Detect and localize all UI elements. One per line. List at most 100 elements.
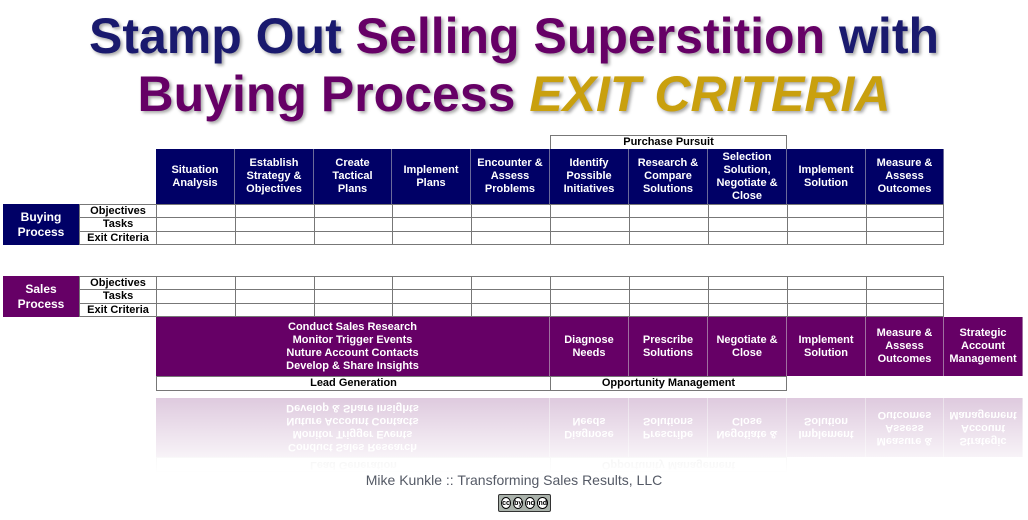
footer-credit: Mike Kunkle :: Transforming Sales Result… [365,472,663,488]
grid-cell[interactable] [866,231,944,245]
grid-cell[interactable] [866,217,944,231]
buying-stage-cell: Identify Possible Initiatives [550,149,629,204]
title-line-2: Buying Process EXIT CRITERIA [0,66,1028,122]
grid-cell[interactable] [550,276,629,289]
grid-cell[interactable] [235,217,314,231]
grid-cell[interactable] [550,303,629,317]
grid-cell[interactable] [471,289,550,303]
grid-cell[interactable] [708,231,787,245]
buying-stage-cell: Measure & Assess Outcomes [866,149,944,204]
grid-cell[interactable] [708,204,787,217]
grid-cell[interactable] [392,204,471,217]
grid-cell[interactable] [866,276,944,289]
title-part: with [839,8,940,64]
grid-cell[interactable] [471,204,550,217]
grid-cell[interactable] [629,303,708,317]
grid-cell[interactable] [708,289,787,303]
grid-cell[interactable] [314,289,392,303]
grid-cell[interactable] [629,204,708,217]
sales-stage-cell: Diagnose Needs [550,317,629,376]
grid-cell[interactable] [471,231,550,245]
grid-cell[interactable] [156,303,235,317]
grid-cell[interactable] [392,289,471,303]
grid-cell[interactable] [787,217,866,231]
grid-cell[interactable] [235,231,314,245]
grid-cell[interactable] [708,276,787,289]
grid-cell[interactable] [392,217,471,231]
grid-cell[interactable] [235,204,314,217]
grid-cell[interactable] [235,276,314,289]
reflection-fade [150,392,1028,474]
row-label-tasks: Tasks [79,217,157,231]
grid-cell[interactable] [392,276,471,289]
lead-activity-item: Monitor Trigger Events [292,333,413,346]
grid-cell[interactable] [550,204,629,217]
grid-cell[interactable] [866,289,944,303]
row-label-objectives: Objectives [79,276,157,289]
lead-activities-cell: Conduct Sales Research Monitor Trigger Ev… [156,317,550,376]
sales-stage-cell: Measure & Assess Outcomes [866,317,944,376]
grid-cell[interactable] [708,303,787,317]
grid-cell[interactable] [787,231,866,245]
buying-stage-cell: Implement Plans [392,149,471,204]
sales-process-label: Sales Process [3,276,79,317]
grid-cell[interactable] [235,289,314,303]
nd-mark: nd [537,497,548,509]
grid-cell[interactable] [156,231,235,245]
grid-cell[interactable] [314,217,392,231]
grid-cell[interactable] [314,231,392,245]
grid-cell[interactable] [392,303,471,317]
sales-stage-cell: Prescribe Solutions [629,317,708,376]
cc-mark: cc [501,497,512,509]
buying-stage-cell: Implement Solution [787,149,866,204]
opportunity-management-label: Opportunity Management [550,376,787,391]
sales-stage-cell: Implement Solution [787,317,866,376]
grid-cell[interactable] [629,276,708,289]
grid-cell[interactable] [471,303,550,317]
buying-stage-cell: Establish Strategy & Objectives [235,149,314,204]
buying-stage-cell: Research & Compare Solutions [629,149,708,204]
grid-cell[interactable] [392,231,471,245]
buying-stage-cell: Create Tactical Plans [314,149,392,204]
buying-process-label: Buying Process [3,204,79,245]
row-label-exit-criteria: Exit Criteria [79,303,157,317]
row-label-exit-criteria: Exit Criteria [79,231,157,245]
grid-cell[interactable] [314,204,392,217]
grid-cell[interactable] [866,204,944,217]
title-part: Selling Superstition [355,8,840,64]
title-part: Buying Process [137,66,530,122]
grid-cell[interactable] [314,276,392,289]
grid-cell[interactable] [471,217,550,231]
by-mark: by [513,497,524,509]
grid-cell[interactable] [235,303,314,317]
buying-stage-cell: Selection Solution, Negotiate & Close [708,149,787,204]
sales-stage-cell: Negotiate & Close [708,317,787,376]
grid-cell[interactable] [550,289,629,303]
grid-cell[interactable] [787,204,866,217]
grid-cell[interactable] [787,289,866,303]
title-part: EXIT CRITERIA [529,66,891,122]
grid-cell[interactable] [314,303,392,317]
grid-cell[interactable] [156,276,235,289]
grid-cell[interactable] [787,276,866,289]
grid-cell[interactable] [629,231,708,245]
grid-cell[interactable] [550,217,629,231]
grid-cell[interactable] [629,217,708,231]
buying-stage-cell: Encounter & Assess Problems [471,149,550,204]
grid-cell[interactable] [629,289,708,303]
nc-mark: nc [525,497,536,509]
grid-cell[interactable] [787,303,866,317]
buying-stage-cell: Situation Analysis [156,149,235,204]
lead-activity-item: Nuture Account Contacts [286,346,419,359]
title-line-1: Stamp Out Selling Superstition with [0,8,1028,64]
grid-cell[interactable] [156,217,235,231]
grid-cell[interactable] [866,303,944,317]
lead-activity-item: Develop & Share Insights [286,359,419,372]
grid-cell[interactable] [550,231,629,245]
grid-cell[interactable] [156,289,235,303]
grid-cell[interactable] [708,217,787,231]
grid-cell[interactable] [471,276,550,289]
row-label-objectives: Objectives [79,204,157,217]
grid-cell[interactable] [156,204,235,217]
title-part: Stamp Out [88,8,356,64]
